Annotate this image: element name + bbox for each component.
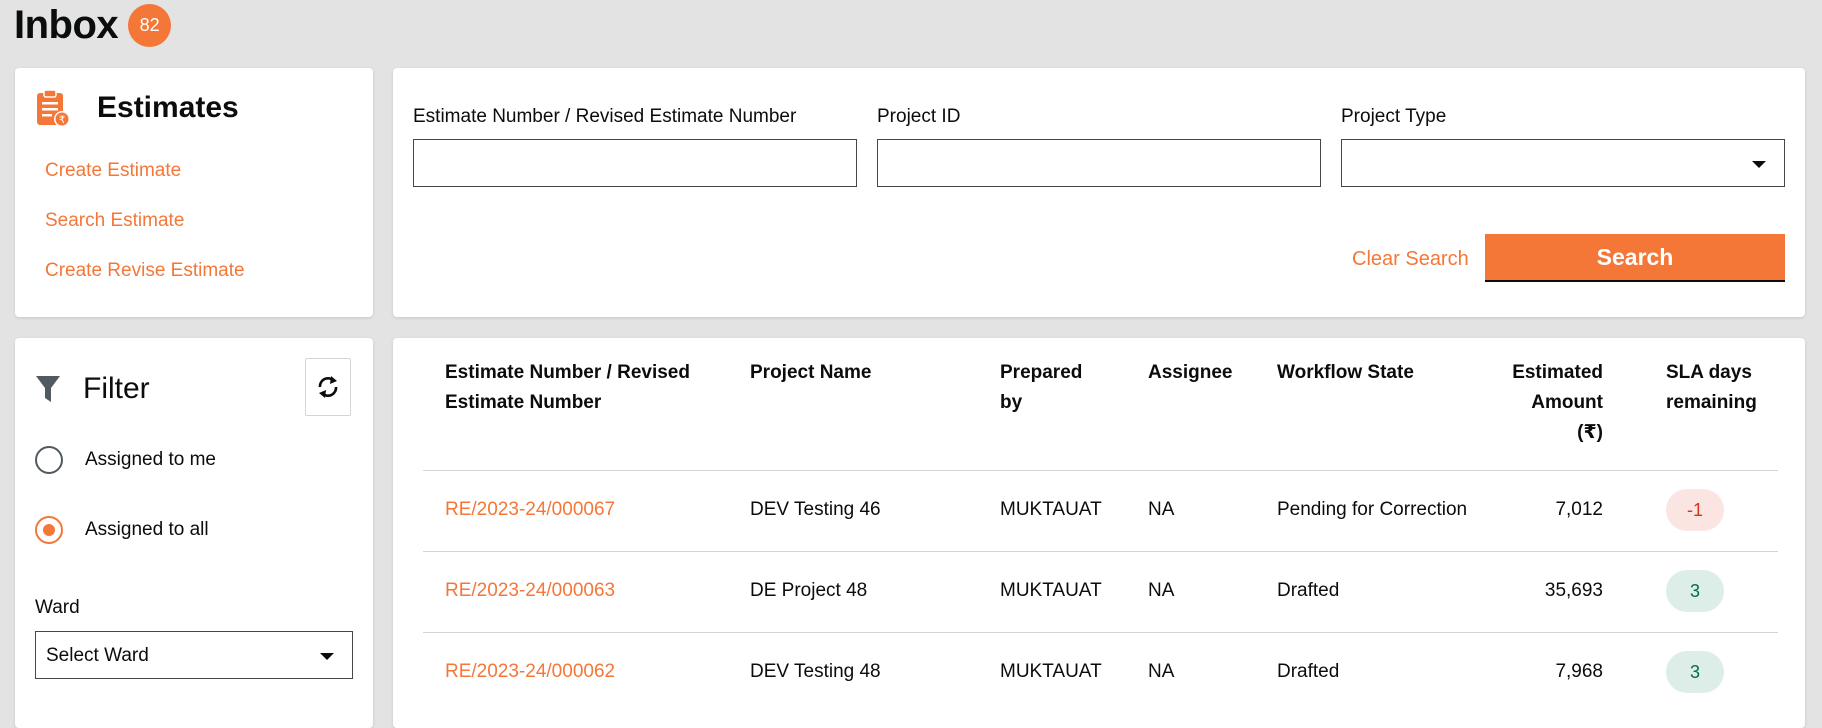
assignee-cell: NA: [1148, 580, 1175, 601]
estimate-number-input[interactable]: [413, 139, 857, 187]
col-header-project-name[interactable]: Project Name: [750, 358, 871, 388]
row-divider: [423, 632, 1778, 633]
header-line: Estimated: [1512, 362, 1603, 383]
create-revise-estimate-link[interactable]: Create Revise Estimate: [45, 260, 245, 282]
prepared-by-cell: MUKTAUAT: [1000, 580, 1102, 601]
svg-text:₹: ₹: [59, 115, 65, 126]
estimate-number-link[interactable]: RE/2023-24/000063: [445, 579, 615, 603]
estimate-number-link[interactable]: RE/2023-24/000062: [445, 660, 615, 684]
chevron-down-icon: [1752, 161, 1766, 168]
estimates-card: ₹ Estimates Create Estimate Search Estim…: [15, 68, 373, 317]
ward-select-value: Select Ward: [46, 645, 149, 666]
row-divider: [423, 551, 1778, 552]
project-type-select[interactable]: [1341, 139, 1785, 187]
results-table: Estimate Number / Revised Estimate Numbe…: [393, 338, 1805, 728]
assigned-to-all-label: Assigned to all: [85, 519, 209, 540]
assignee-cell: NA: [1148, 661, 1175, 682]
col-header-assignee[interactable]: Assignee: [1148, 358, 1232, 388]
page-title: Inbox: [14, 2, 119, 47]
ward-select[interactable]: Select Ward: [35, 631, 353, 679]
col-header-estimated-amount[interactable]: Estimated Amount (₹): [1483, 358, 1603, 448]
estimates-title: Estimates: [97, 91, 239, 124]
sla-badge: 3: [1666, 651, 1724, 693]
search-button[interactable]: Search: [1485, 234, 1785, 282]
estimated-amount-cell: 35,693: [1544, 580, 1603, 601]
create-estimate-link[interactable]: Create Estimate: [45, 160, 181, 182]
sla-badge: -1: [1666, 489, 1724, 531]
project-id-input[interactable]: [877, 139, 1321, 187]
inbox-count-badge: 82: [128, 3, 172, 47]
workflow-state-cell: Drafted: [1277, 661, 1340, 682]
col-header-prepared-by[interactable]: Prepared by: [1000, 358, 1082, 418]
assigned-to-me-label: Assigned to me: [85, 449, 216, 470]
search-estimate-link[interactable]: Search Estimate: [45, 210, 184, 232]
assignee-cell: NA: [1148, 499, 1175, 520]
assigned-to-me-option[interactable]: Assigned to me: [35, 446, 216, 474]
estimate-clipboard-icon: ₹: [37, 89, 70, 127]
header-line: Amount: [1531, 392, 1603, 413]
assigned-to-all-radio[interactable]: [35, 516, 63, 544]
filter-title: Filter: [83, 372, 150, 405]
header-line: Prepared: [1000, 362, 1083, 383]
col-header-sla-days[interactable]: SLA days remaining: [1666, 358, 1757, 418]
project-id-label: Project ID: [877, 106, 961, 127]
workflow-state-cell: Pending for Correction: [1277, 499, 1468, 520]
chevron-down-icon: [320, 653, 334, 660]
ward-label: Ward: [35, 597, 80, 618]
header-line: Estimate Number / Revised: [445, 362, 690, 383]
header-divider: [423, 470, 1778, 471]
search-card: Estimate Number / Revised Estimate Numbe…: [393, 68, 1805, 317]
workflow-state-cell: Drafted: [1277, 580, 1340, 601]
assigned-to-all-option[interactable]: Assigned to all: [35, 516, 209, 544]
estimated-amount-cell: 7,968: [1555, 661, 1603, 682]
filter-card: Filter Assigned to me Assigned to all Wa…: [15, 338, 373, 728]
estimates-header: ₹ Estimates: [35, 88, 239, 128]
prepared-by-cell: MUKTAUAT: [1000, 499, 1102, 520]
project-name-cell: DEV Testing 46: [750, 499, 881, 520]
estimate-number-link[interactable]: RE/2023-24/000067: [445, 498, 615, 522]
clear-search-button[interactable]: Clear Search: [1352, 248, 1469, 271]
project-name-cell: DE Project 48: [750, 580, 868, 601]
header-line: by: [1000, 392, 1023, 413]
sla-badge: 3: [1666, 570, 1724, 612]
col-header-workflow-state[interactable]: Workflow State: [1277, 358, 1414, 388]
header-line: Workflow State: [1277, 362, 1414, 383]
header-line: (₹): [1577, 422, 1603, 443]
header-line: Estimate Number: [445, 392, 602, 413]
header-line: remaining: [1666, 392, 1757, 413]
col-header-estimate-number[interactable]: Estimate Number / Revised Estimate Numbe…: [445, 358, 690, 418]
assigned-to-me-radio[interactable]: [35, 446, 63, 474]
header-line: SLA days: [1666, 362, 1752, 383]
header-line: Assignee: [1148, 362, 1233, 383]
estimated-amount-cell: 7,012: [1555, 499, 1603, 520]
filter-funnel-icon: [36, 376, 60, 402]
inbox-header: Inbox 82: [14, 0, 172, 50]
project-type-label: Project Type: [1341, 106, 1447, 127]
project-name-cell: DEV Testing 48: [750, 661, 881, 682]
prepared-by-cell: MUKTAUAT: [1000, 661, 1102, 682]
refresh-button[interactable]: [305, 358, 351, 416]
header-line: Project Name: [750, 362, 872, 383]
refresh-icon: [318, 376, 338, 398]
estimate-number-label: Estimate Number / Revised Estimate Numbe…: [413, 106, 797, 127]
